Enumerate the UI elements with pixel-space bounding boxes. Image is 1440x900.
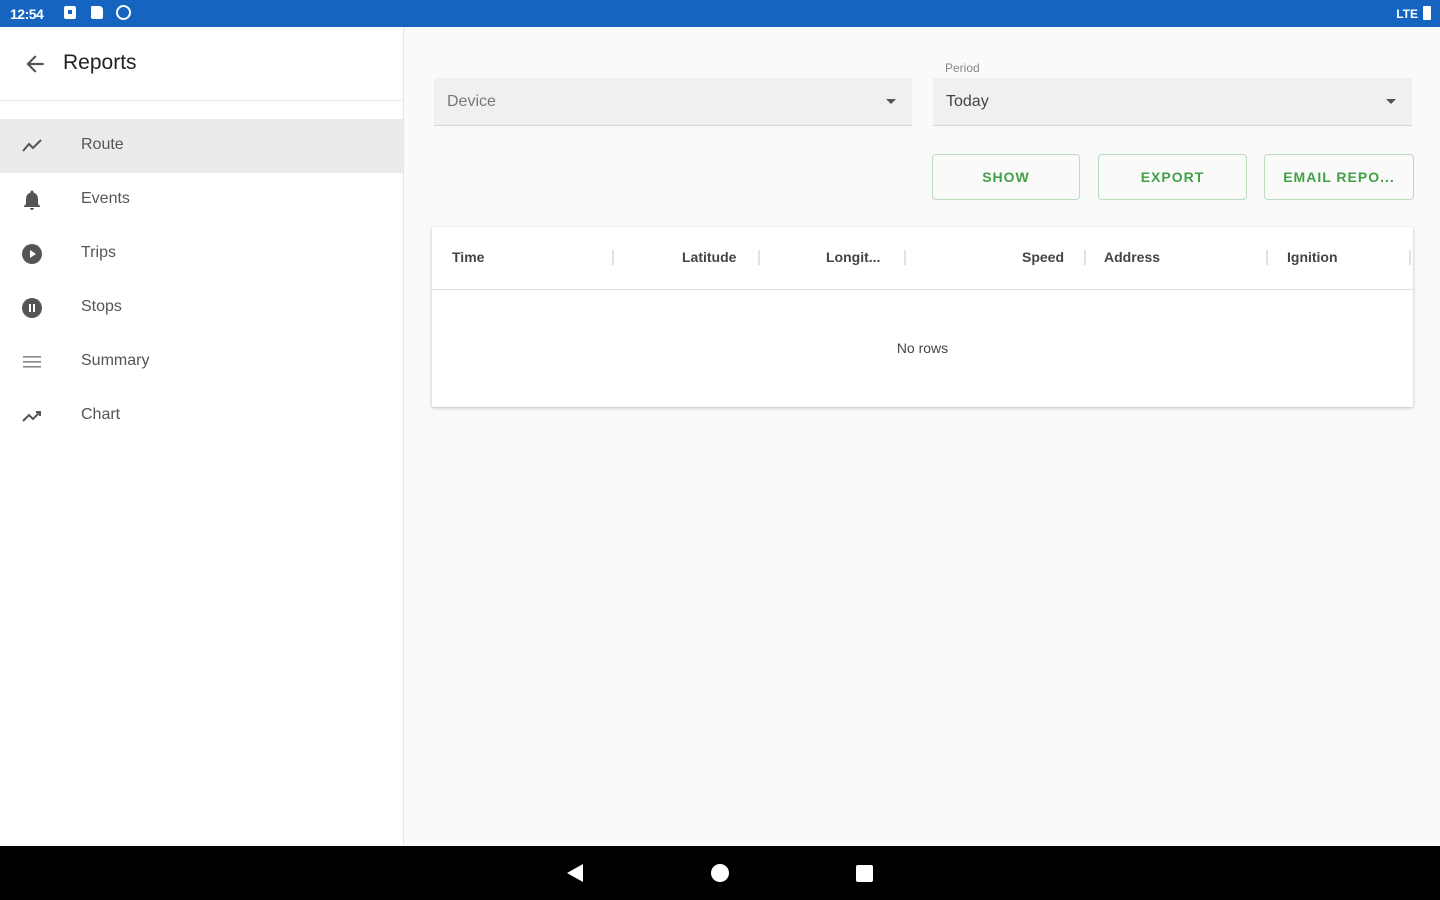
column-separator[interactable] [612, 250, 614, 265]
column-header-speed[interactable]: Speed [1022, 249, 1064, 265]
column-header-time[interactable]: Time [452, 249, 484, 265]
empty-table-message: No rows [896, 340, 949, 356]
nav-item-label: Events [81, 190, 130, 207]
route-icon [22, 139, 42, 152]
column-separator[interactable] [904, 250, 906, 265]
nav-item-stops[interactable]: Stops [0, 281, 403, 335]
sidebar-header: Reports [0, 27, 403, 101]
email-report-button[interactable]: EMAIL REPO... [1264, 154, 1414, 200]
dropdown-arrow-icon [886, 99, 896, 104]
column-separator[interactable] [758, 250, 760, 265]
trending-up-icon [22, 411, 41, 422]
bell-icon [24, 190, 40, 210]
play-circle-icon [22, 244, 42, 264]
nav-item-route[interactable]: Route [0, 119, 403, 173]
pause-circle-icon [22, 298, 42, 318]
nav-item-label: Stops [81, 298, 122, 315]
recent-apps-icon[interactable] [856, 865, 873, 882]
sync-icon [116, 5, 131, 20]
show-button[interactable]: SHOW [932, 154, 1080, 200]
battery-icon [1423, 6, 1431, 20]
nav-item-label: Summary [81, 352, 150, 369]
nav-item-summary[interactable]: Summary [0, 335, 403, 389]
export-button[interactable]: EXPORT [1098, 154, 1247, 200]
device-select[interactable]: Device [434, 78, 912, 126]
nav-item-label: Chart [81, 406, 121, 423]
column-separator[interactable] [1084, 250, 1086, 265]
home-icon[interactable] [711, 864, 729, 882]
period-select[interactable]: Today [933, 78, 1412, 126]
nav-item-label: Route [81, 136, 124, 153]
report-nav: Route Events Trips Stops Summary Chart [0, 119, 403, 443]
dropdown-arrow-icon [1386, 99, 1396, 104]
main-content: Device Period Today SHOW EXPORT EMAIL RE… [404, 27, 1440, 846]
system-nav-bar [0, 846, 1440, 900]
sd-card-icon [91, 6, 103, 19]
column-separator[interactable] [1409, 250, 1411, 265]
nav-item-label: Trips [81, 244, 116, 261]
device-placeholder: Device [447, 93, 496, 110]
status-time: 12:54 [10, 6, 44, 22]
column-header-longitude[interactable]: Longit... [826, 249, 880, 265]
back-arrow-icon[interactable] [22, 51, 48, 77]
column-separator[interactable] [1266, 250, 1268, 265]
nav-item-trips[interactable]: Trips [0, 227, 403, 281]
column-header-latitude[interactable]: Latitude [682, 249, 736, 265]
report-table: Time Latitude Longit... Speed Address Ig… [432, 227, 1413, 407]
back-icon[interactable] [567, 864, 583, 882]
sidebar: Reports Route Events Trips Stops Summary… [0, 27, 404, 846]
period-value: Today [946, 93, 989, 110]
network-type: LTE [1396, 7, 1418, 21]
period-label: Period [945, 61, 980, 75]
column-header-address[interactable]: Address [1104, 249, 1160, 265]
notification-icon [64, 6, 76, 19]
page-title: Reports [63, 51, 137, 74]
nav-item-events[interactable]: Events [0, 173, 403, 227]
column-header-ignition[interactable]: Ignition [1287, 249, 1338, 265]
list-icon [23, 356, 41, 368]
nav-item-chart[interactable]: Chart [0, 389, 403, 443]
status-bar: 12:54 LTE [0, 0, 1440, 27]
table-header: Time Latitude Longit... Speed Address Ig… [432, 227, 1413, 290]
